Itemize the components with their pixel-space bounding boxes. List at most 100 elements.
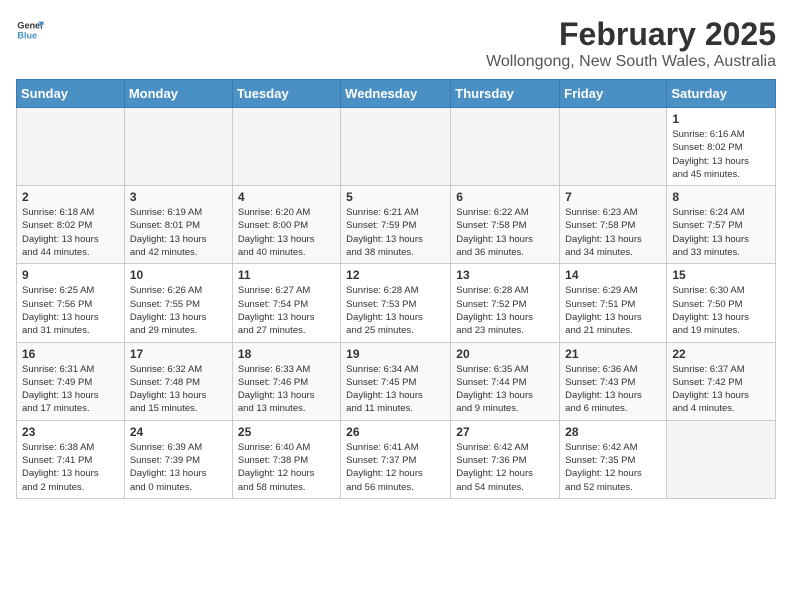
calendar-cell: 19 Sunrise: 6:34 AM Sunset: 7:45 PM Dayli… xyxy=(341,342,451,420)
day-number: 12 xyxy=(346,268,445,282)
day-info: Sunrise: 6:34 AM Sunset: 7:45 PM Dayligh… xyxy=(346,363,445,416)
day-number: 4 xyxy=(238,190,335,204)
calendar-cell: 8 Sunrise: 6:24 AM Sunset: 7:57 PM Daylig… xyxy=(667,186,776,264)
day-number: 22 xyxy=(672,347,770,361)
calendar-cell: 28 Sunrise: 6:42 AM Sunset: 7:35 PM Dayli… xyxy=(560,420,667,498)
calendar-cell: 3 Sunrise: 6:19 AM Sunset: 8:01 PM Daylig… xyxy=(124,186,232,264)
header-sunday: Sunday xyxy=(17,80,125,108)
day-info: Sunrise: 6:16 AM Sunset: 8:02 PM Dayligh… xyxy=(672,128,770,181)
calendar-cell: 4 Sunrise: 6:20 AM Sunset: 8:00 PM Daylig… xyxy=(232,186,340,264)
day-info: Sunrise: 6:31 AM Sunset: 7:49 PM Dayligh… xyxy=(22,363,119,416)
day-number: 25 xyxy=(238,425,335,439)
logo-icon: General Blue xyxy=(16,16,44,44)
day-info: Sunrise: 6:42 AM Sunset: 7:35 PM Dayligh… xyxy=(565,441,661,494)
calendar-cell: 7Sunrise: 6:23 AM Sunset: 7:58 PM Daylig… xyxy=(560,186,667,264)
day-number: 18 xyxy=(238,347,335,361)
calendar-cell: 25 Sunrise: 6:40 AM Sunset: 7:38 PM Dayli… xyxy=(232,420,340,498)
day-number: 9 xyxy=(22,268,119,282)
header-saturday: Saturday xyxy=(667,80,776,108)
calendar-week-2: 2 Sunrise: 6:18 AM Sunset: 8:02 PM Daylig… xyxy=(17,186,776,264)
calendar-cell: 27 Sunrise: 6:42 AM Sunset: 7:36 PM Dayli… xyxy=(451,420,560,498)
calendar-cell: 26 Sunrise: 6:41 AM Sunset: 7:37 PM Dayli… xyxy=(341,420,451,498)
day-info: Sunrise: 6:28 AM Sunset: 7:52 PM Dayligh… xyxy=(456,284,554,337)
day-number: 7 xyxy=(565,190,661,204)
calendar-cell: 6Sunrise: 6:22 AM Sunset: 7:58 PM Daylig… xyxy=(451,186,560,264)
calendar-cell: 23Sunrise: 6:38 AM Sunset: 7:41 PM Dayli… xyxy=(17,420,125,498)
day-info: Sunrise: 6:36 AM Sunset: 7:43 PM Dayligh… xyxy=(565,363,661,416)
day-number: 10 xyxy=(130,268,227,282)
day-number: 15 xyxy=(672,268,770,282)
day-info: Sunrise: 6:30 AM Sunset: 7:50 PM Dayligh… xyxy=(672,284,770,337)
calendar-cell: 24Sunrise: 6:39 AM Sunset: 7:39 PM Dayli… xyxy=(124,420,232,498)
day-info: Sunrise: 6:24 AM Sunset: 7:57 PM Dayligh… xyxy=(672,206,770,259)
day-info: Sunrise: 6:37 AM Sunset: 7:42 PM Dayligh… xyxy=(672,363,770,416)
day-number: 2 xyxy=(22,190,119,204)
calendar-week-3: 9 Sunrise: 6:25 AM Sunset: 7:56 PM Daylig… xyxy=(17,264,776,342)
calendar-week-4: 16 Sunrise: 6:31 AM Sunset: 7:49 PM Dayli… xyxy=(17,342,776,420)
calendar-cell xyxy=(451,108,560,186)
day-info: Sunrise: 6:26 AM Sunset: 7:55 PM Dayligh… xyxy=(130,284,227,337)
day-number: 8 xyxy=(672,190,770,204)
day-info: Sunrise: 6:33 AM Sunset: 7:46 PM Dayligh… xyxy=(238,363,335,416)
calendar-cell: 1 Sunrise: 6:16 AM Sunset: 8:02 PM Daylig… xyxy=(667,108,776,186)
day-number: 16 xyxy=(22,347,119,361)
day-info: Sunrise: 6:20 AM Sunset: 8:00 PM Dayligh… xyxy=(238,206,335,259)
calendar-table: Sunday Monday Tuesday Wednesday Thursday… xyxy=(16,79,776,499)
day-number: 19 xyxy=(346,347,445,361)
day-info: Sunrise: 6:18 AM Sunset: 8:02 PM Dayligh… xyxy=(22,206,119,259)
day-number: 14 xyxy=(565,268,661,282)
calendar-cell xyxy=(17,108,125,186)
day-number: 13 xyxy=(456,268,554,282)
calendar-cell: 14 Sunrise: 6:29 AM Sunset: 7:51 PM Dayli… xyxy=(560,264,667,342)
day-number: 5 xyxy=(346,190,445,204)
calendar-header-row: Sunday Monday Tuesday Wednesday Thursday… xyxy=(17,80,776,108)
day-info: Sunrise: 6:35 AM Sunset: 7:44 PM Dayligh… xyxy=(456,363,554,416)
day-info: Sunrise: 6:28 AM Sunset: 7:53 PM Dayligh… xyxy=(346,284,445,337)
day-number: 28 xyxy=(565,425,661,439)
day-info: Sunrise: 6:21 AM Sunset: 7:59 PM Dayligh… xyxy=(346,206,445,259)
title-section: February 2025 Wollongong, New South Wale… xyxy=(486,16,776,71)
calendar-cell xyxy=(560,108,667,186)
day-number: 1 xyxy=(672,112,770,126)
day-info: Sunrise: 6:42 AM Sunset: 7:36 PM Dayligh… xyxy=(456,441,554,494)
day-number: 3 xyxy=(130,190,227,204)
day-number: 6 xyxy=(456,190,554,204)
day-number: 11 xyxy=(238,268,335,282)
calendar-cell xyxy=(232,108,340,186)
day-number: 23 xyxy=(22,425,119,439)
calendar-cell: 15 Sunrise: 6:30 AM Sunset: 7:50 PM Dayli… xyxy=(667,264,776,342)
day-info: Sunrise: 6:19 AM Sunset: 8:01 PM Dayligh… xyxy=(130,206,227,259)
calendar-cell xyxy=(341,108,451,186)
calendar-cell: 10 Sunrise: 6:26 AM Sunset: 7:55 PM Dayli… xyxy=(124,264,232,342)
calendar-cell: 21 Sunrise: 6:36 AM Sunset: 7:43 PM Dayli… xyxy=(560,342,667,420)
calendar-cell xyxy=(667,420,776,498)
calendar-cell: 13 Sunrise: 6:28 AM Sunset: 7:52 PM Dayli… xyxy=(451,264,560,342)
calendar-cell: 2 Sunrise: 6:18 AM Sunset: 8:02 PM Daylig… xyxy=(17,186,125,264)
day-number: 24 xyxy=(130,425,227,439)
day-number: 26 xyxy=(346,425,445,439)
calendar-cell xyxy=(124,108,232,186)
day-info: Sunrise: 6:29 AM Sunset: 7:51 PM Dayligh… xyxy=(565,284,661,337)
calendar-week-1: 1 Sunrise: 6:16 AM Sunset: 8:02 PM Daylig… xyxy=(17,108,776,186)
day-info: Sunrise: 6:27 AM Sunset: 7:54 PM Dayligh… xyxy=(238,284,335,337)
calendar-subtitle: Wollongong, New South Wales, Australia xyxy=(486,53,776,71)
day-info: Sunrise: 6:32 AM Sunset: 7:48 PM Dayligh… xyxy=(130,363,227,416)
day-number: 27 xyxy=(456,425,554,439)
calendar-cell: 17 Sunrise: 6:32 AM Sunset: 7:48 PM Dayli… xyxy=(124,342,232,420)
calendar-cell: 18 Sunrise: 6:33 AM Sunset: 7:46 PM Dayli… xyxy=(232,342,340,420)
day-number: 21 xyxy=(565,347,661,361)
header-wednesday: Wednesday xyxy=(341,80,451,108)
calendar-cell: 5 Sunrise: 6:21 AM Sunset: 7:59 PM Daylig… xyxy=(341,186,451,264)
logo: General Blue xyxy=(16,16,44,44)
header-thursday: Thursday xyxy=(451,80,560,108)
day-number: 20 xyxy=(456,347,554,361)
page-header: General Blue February 2025 Wollongong, N… xyxy=(16,16,776,71)
day-number: 17 xyxy=(130,347,227,361)
calendar-week-5: 23Sunrise: 6:38 AM Sunset: 7:41 PM Dayli… xyxy=(17,420,776,498)
header-monday: Monday xyxy=(124,80,232,108)
calendar-cell: 16 Sunrise: 6:31 AM Sunset: 7:49 PM Dayli… xyxy=(17,342,125,420)
day-info: Sunrise: 6:41 AM Sunset: 7:37 PM Dayligh… xyxy=(346,441,445,494)
day-info: Sunrise: 6:40 AM Sunset: 7:38 PM Dayligh… xyxy=(238,441,335,494)
day-info: Sunrise: 6:25 AM Sunset: 7:56 PM Dayligh… xyxy=(22,284,119,337)
calendar-cell: 22 Sunrise: 6:37 AM Sunset: 7:42 PM Dayli… xyxy=(667,342,776,420)
